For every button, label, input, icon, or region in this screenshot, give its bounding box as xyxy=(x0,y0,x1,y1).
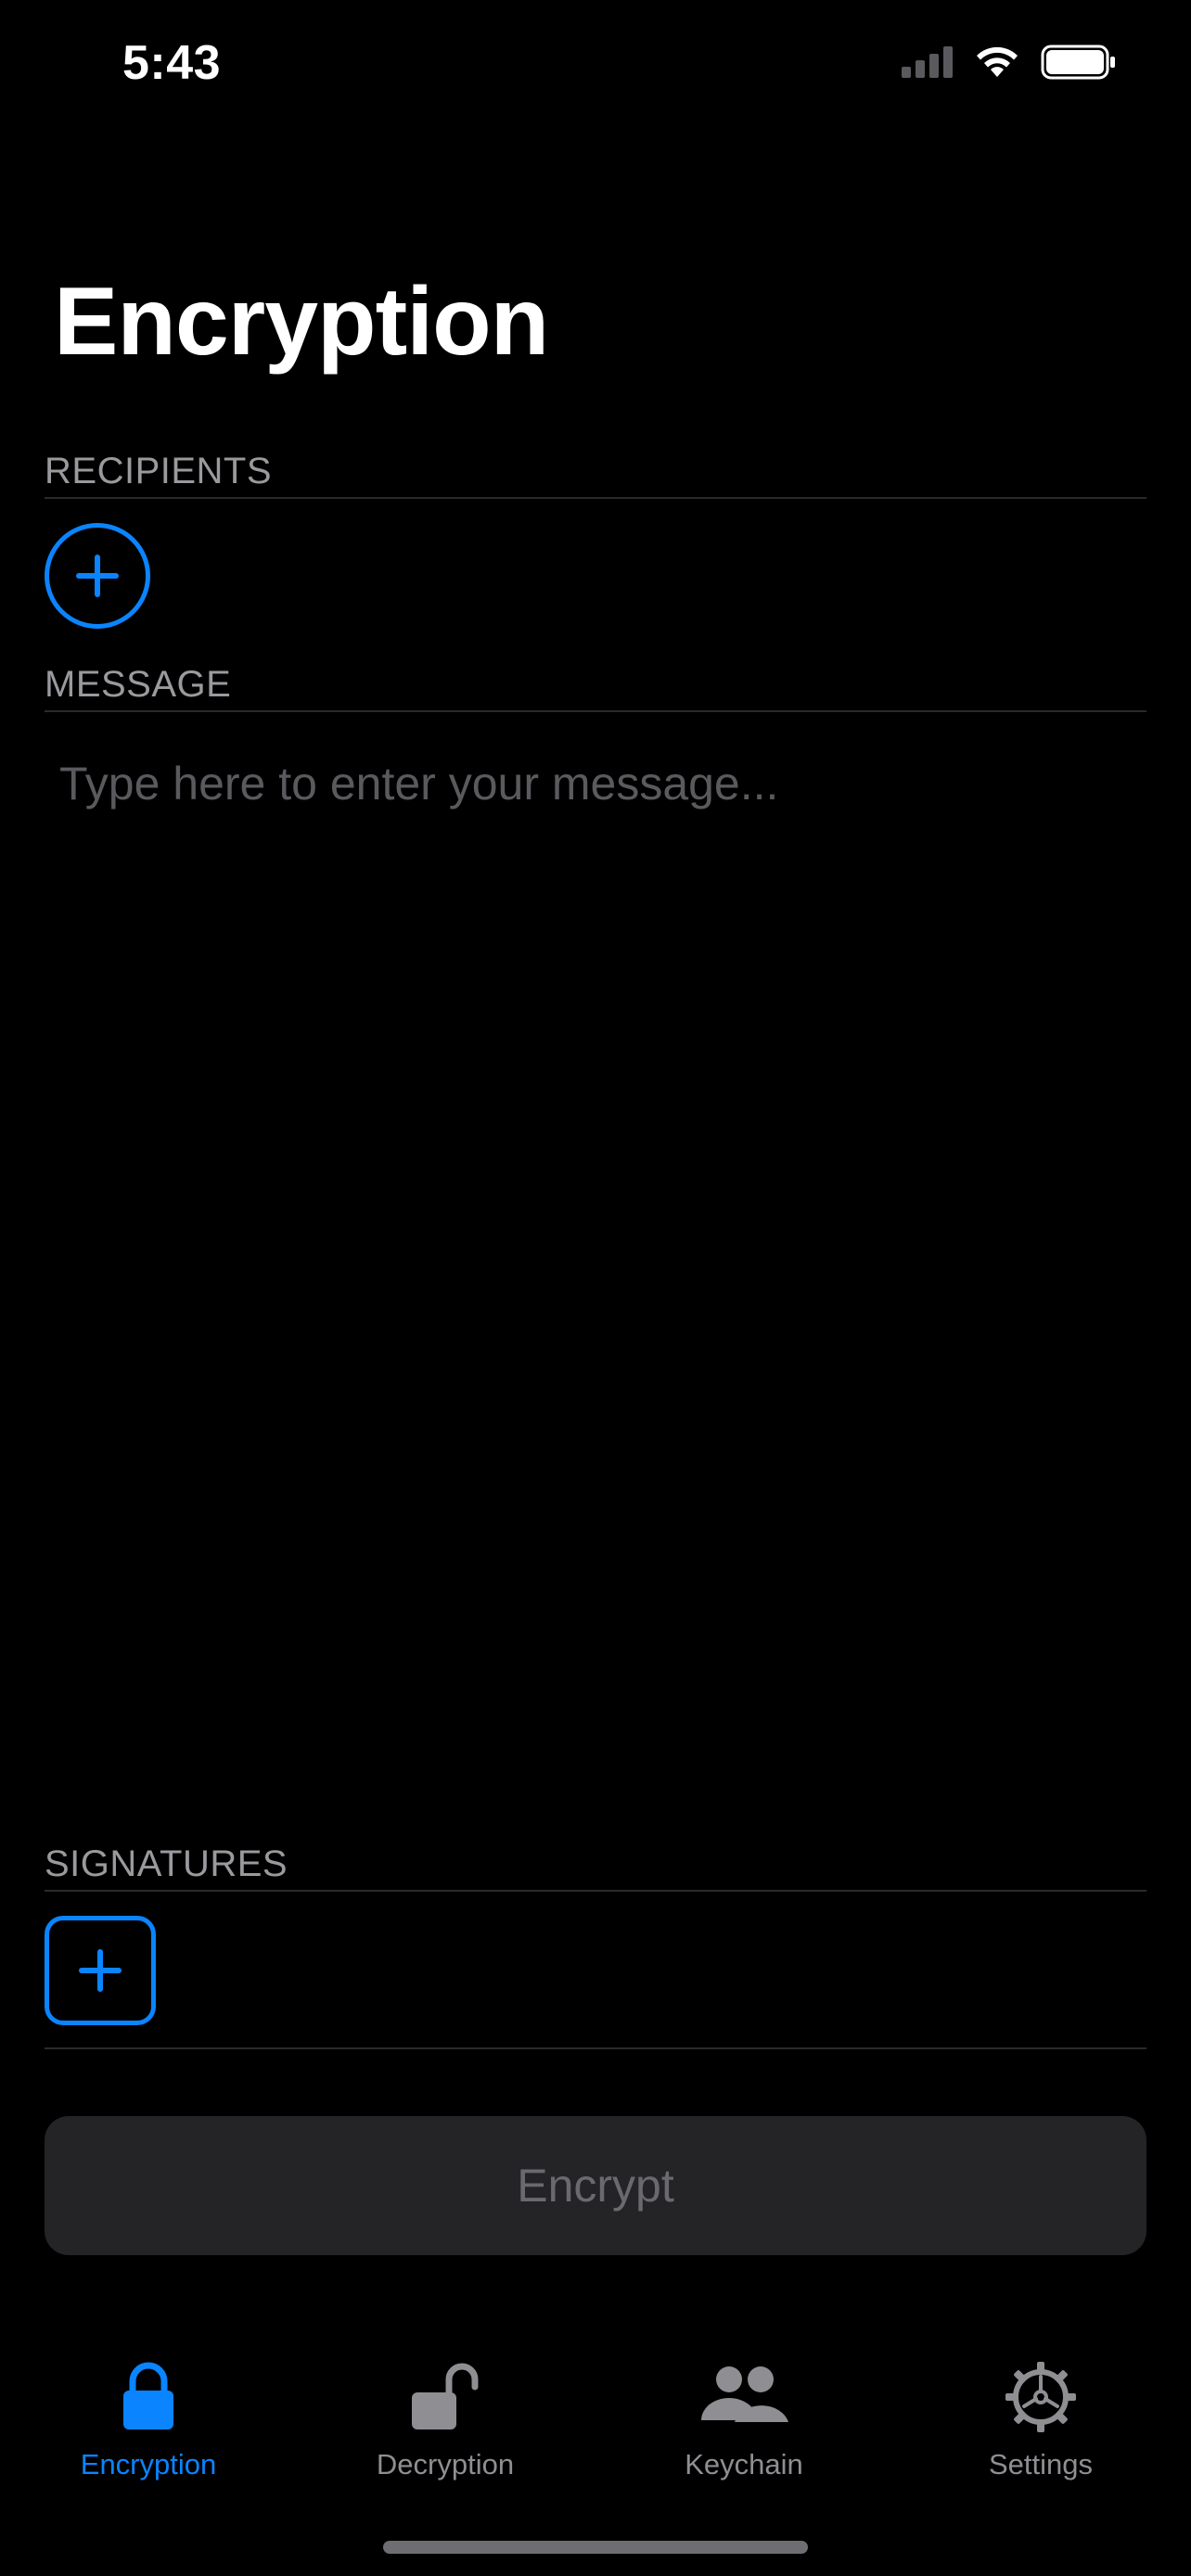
status-time: 5:43 xyxy=(122,36,222,90)
status-icons xyxy=(902,45,1117,80)
plus-icon xyxy=(79,1949,122,1992)
plus-icon xyxy=(76,555,119,597)
encrypt-button[interactable]: Encrypt xyxy=(45,2116,1146,2255)
people-icon xyxy=(693,2355,795,2439)
message-input[interactable] xyxy=(45,723,1146,1827)
tab-encryption[interactable]: Encryption xyxy=(28,2355,269,2481)
tab-decryption[interactable]: Decryption xyxy=(325,2355,566,2481)
tab-settings[interactable]: Settings xyxy=(920,2355,1161,2481)
page-title: Encryption xyxy=(54,268,549,376)
add-recipient-button[interactable] xyxy=(45,523,150,629)
message-header: MESSAGE xyxy=(45,664,232,705)
home-indicator xyxy=(383,2541,808,2554)
lock-open-icon xyxy=(394,2355,496,2439)
wifi-icon xyxy=(977,46,1018,77)
tab-label: Keychain xyxy=(685,2448,803,2480)
gear-icon xyxy=(990,2355,1092,2439)
add-signature-button[interactable] xyxy=(45,1916,156,2025)
signatures-header: SIGNATURES xyxy=(45,1843,288,1884)
tab-keychain[interactable]: Keychain xyxy=(623,2355,864,2481)
cellular-signal-icon xyxy=(902,46,953,78)
recipients-divider xyxy=(45,497,1146,499)
signatures-bottom-divider xyxy=(45,2047,1146,2049)
tab-label: Encryption xyxy=(80,2448,217,2480)
recipients-header: RECIPIENTS xyxy=(45,451,273,491)
tab-label: Decryption xyxy=(376,2448,515,2480)
tab-label: Settings xyxy=(988,2448,1093,2480)
signatures-divider xyxy=(45,1890,1146,1892)
battery-icon xyxy=(1041,45,1115,80)
message-divider xyxy=(45,710,1146,712)
lock-icon xyxy=(97,2355,199,2439)
